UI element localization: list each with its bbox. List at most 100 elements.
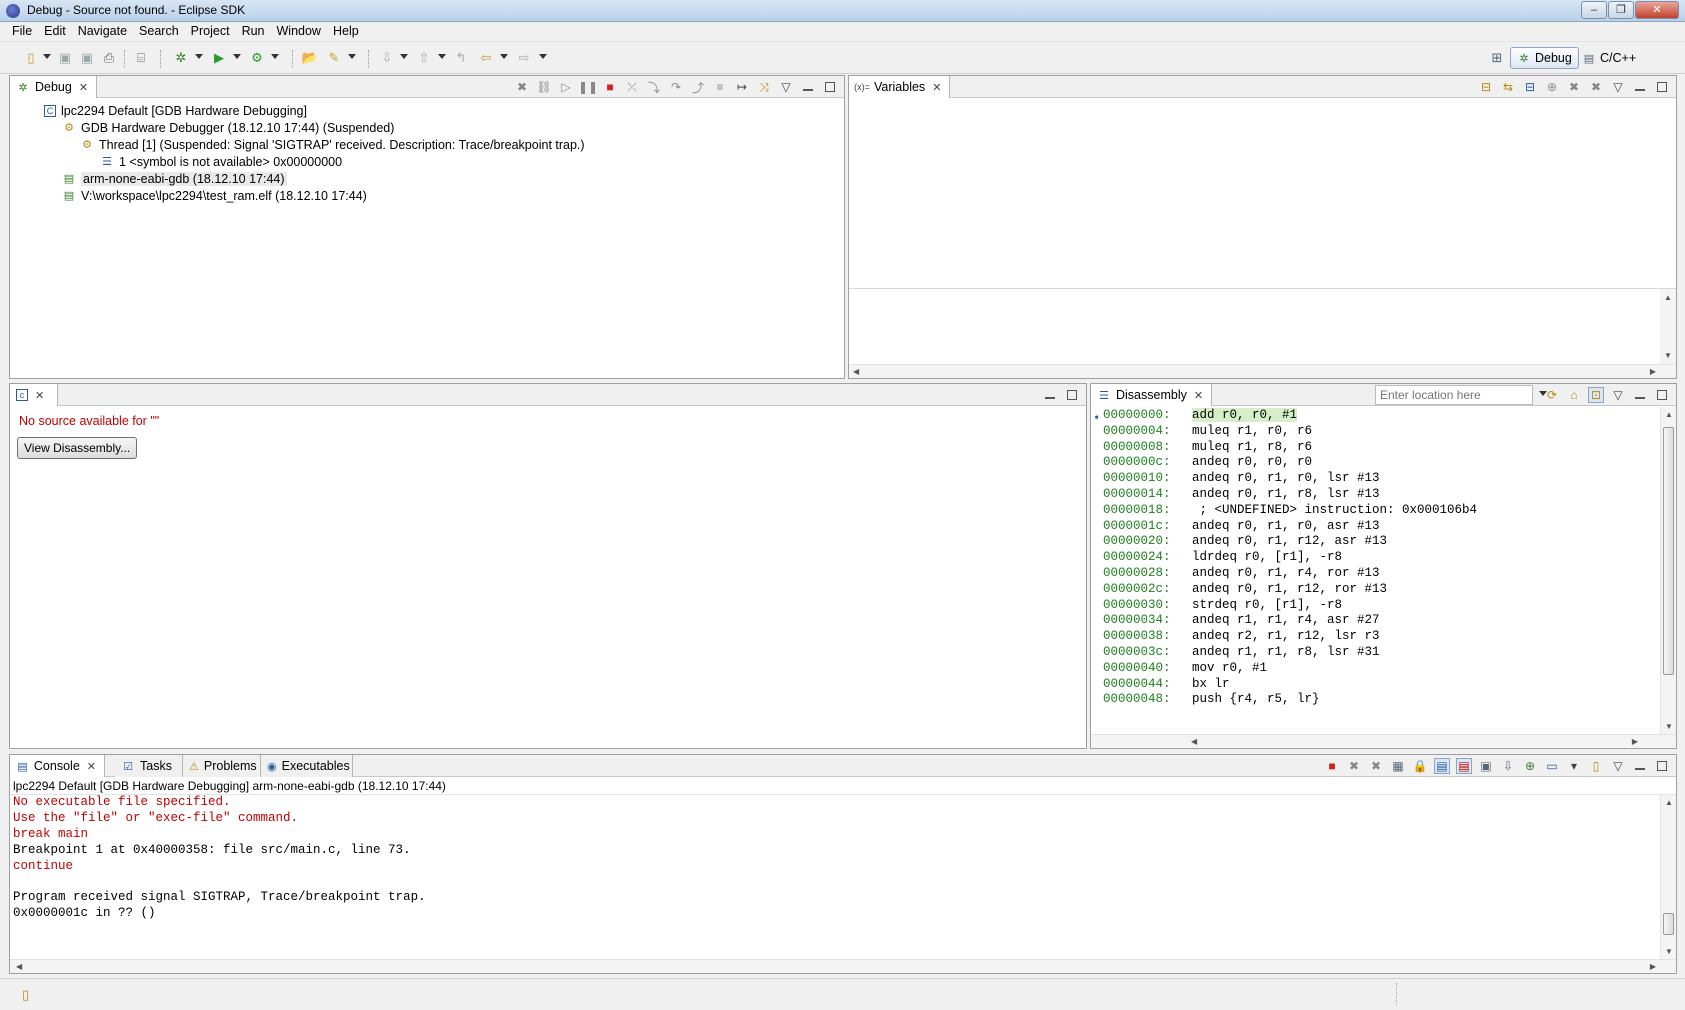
maximize-view-icon[interactable] [1654, 79, 1670, 95]
external-tools-icon[interactable]: ⚙ [248, 49, 266, 67]
fast-view-icon[interactable]: ▯ [22, 987, 29, 1003]
open-console-icon[interactable]: ⊕ [1522, 758, 1538, 774]
resume-icon[interactable]: ▷ [558, 79, 574, 95]
perspective-debug[interactable]: ✲ Debug [1510, 47, 1579, 69]
close-window-button[interactable]: ✕ [1635, 1, 1679, 19]
remove-all-global-variables-icon[interactable]: ✖ [1588, 79, 1604, 95]
add-global-variables-icon[interactable]: ⊕ [1544, 79, 1560, 95]
search-dropdown-icon[interactable] [348, 54, 356, 59]
run-icon[interactable]: ▶ [210, 49, 228, 67]
console-output[interactable]: No executable file specified. Use the "fi… [13, 795, 1656, 922]
new-icon[interactable]: ▯ [22, 49, 40, 67]
save-all-icon[interactable]: ▣ [78, 49, 96, 67]
debug-dropdown-icon[interactable] [195, 54, 203, 59]
view-menu-icon[interactable]: ▽ [778, 79, 794, 95]
tree-item-debugger[interactable]: ⚙ GDB Hardware Debugger (18.12.10 17:44)… [16, 119, 585, 136]
terminate-icon[interactable]: ■ [602, 79, 618, 95]
console-vscroll[interactable]: ▲ ▼ [1660, 795, 1676, 959]
disassembly-row[interactable]: 00000010: andeq r0, r1, r0, lsr #13 [1091, 471, 1660, 487]
maximize-view-icon[interactable] [822, 79, 838, 95]
disassembly-row[interactable]: 00000040: mov r0, #1 [1091, 661, 1660, 677]
disassembly-listing[interactable]: 00000000: add r0, r0, #1 00000004: muleq r1… [1091, 408, 1660, 734]
remove-terminated-icon[interactable]: ✖ [514, 79, 530, 95]
disassembly-row[interactable]: 00000034: andeq r1, r1, r4, asr #27 [1091, 613, 1660, 629]
debug-icon[interactable]: ✲ [172, 49, 190, 67]
disassembly-row[interactable]: 00000048: push {r4, r5, lr} [1091, 692, 1660, 708]
close-icon[interactable]: ✕ [1194, 389, 1203, 402]
detail-scrollbar[interactable]: ▲ ▼ [1660, 289, 1676, 364]
view-menu-icon[interactable]: ▽ [1610, 79, 1626, 95]
suspend-icon[interactable]: ❚❚ [578, 79, 598, 95]
run-dropdown-icon[interactable] [233, 54, 241, 59]
view-disassembly-button[interactable]: View Disassembly... [17, 437, 138, 459]
menu-edit[interactable]: Edit [38, 22, 72, 41]
tree-item-thread[interactable]: ⚙ Thread [1] (Suspended: Signal 'SIGTRAP… [16, 136, 585, 153]
tab-source-file[interactable]: c ✕ [10, 384, 58, 406]
open-folder-icon[interactable]: 📂 [301, 49, 319, 67]
tree-item-elf-process[interactable]: ▤ V:\workspace\lpc2294\test_ram.elf (18.… [16, 187, 585, 204]
menu-file[interactable]: File [6, 22, 38, 41]
tab-executables[interactable]: ◉ Executables [261, 755, 353, 777]
maximize-view-icon[interactable] [1064, 387, 1080, 403]
tree-item-gdb-process[interactable]: ▤ arm-none-eabi-gdb (18.12.10 17:44) [16, 170, 585, 187]
variables-hscroll[interactable]: ◀ ▶ [849, 364, 1676, 378]
print-icon[interactable]: ⎙ [100, 49, 118, 67]
show-on-stdout-icon[interactable]: ▤ [1434, 758, 1450, 774]
perspective-cpp[interactable]: ▤ C/C++ [1576, 47, 1642, 69]
disassembly-row[interactable]: 00000038: andeq r2, r1, r12, lsr r3 [1091, 629, 1660, 645]
drop-to-frame-icon[interactable]: ≡ [712, 79, 728, 95]
prev-annotation-dropdown-icon[interactable] [438, 54, 446, 59]
scroll-lock-icon[interactable]: 🔒 [1412, 758, 1428, 774]
disassembly-row[interactable]: 00000018: ; <UNDEFINED> instruction: 0x0… [1091, 503, 1660, 519]
disassembly-row[interactable]: 0000003c: andeq r1, r1, r8, lsr #31 [1091, 645, 1660, 661]
terminate-icon[interactable]: ■ [1324, 758, 1340, 774]
disassembly-row[interactable]: 00000024: ldrdeq r0, [r1], -r8 [1091, 550, 1660, 566]
view-menu-icon[interactable]: ▽ [1610, 387, 1626, 403]
last-edit-icon[interactable]: ↰ [452, 49, 470, 67]
minimize-view-icon[interactable] [1632, 387, 1648, 403]
disconnect-icon[interactable]: ⤫ [624, 79, 640, 95]
close-icon[interactable]: ✕ [35, 389, 44, 402]
external-tools-dropdown-icon[interactable] [271, 54, 279, 59]
menu-window[interactable]: Window [271, 22, 327, 41]
maximize-view-icon[interactable] [1654, 387, 1670, 403]
disassembly-hscroll[interactable]: ◀ ▶ [1091, 734, 1676, 748]
show-logical-structure-icon[interactable]: ⇆ [1500, 79, 1516, 95]
remove-global-variables-icon[interactable]: ✖ [1566, 79, 1582, 95]
close-icon[interactable]: ✕ [932, 81, 941, 94]
open-perspective-icon[interactable]: ⊞ [1488, 49, 1506, 67]
disassembly-row[interactable]: 0000000c: andeq r0, r0, r0 [1091, 455, 1660, 471]
disassembly-row[interactable]: 00000028: andeq r0, r1, r4, ror #13 [1091, 566, 1660, 582]
instruction-stepping-icon[interactable]: ↦ [734, 79, 750, 95]
back-dropdown-icon[interactable] [500, 54, 508, 59]
tree-item-stack-frame[interactable]: ☰ 1 <symbol is not available> 0x00000000 [16, 153, 585, 170]
clear-console-icon[interactable]: ▦ [1390, 758, 1406, 774]
new-dropdown-icon[interactable] [43, 54, 51, 59]
maximize-button[interactable]: ❐ [1608, 1, 1634, 19]
step-return-icon[interactable]: ⤴ [690, 79, 706, 95]
tab-tasks[interactable]: ☑ Tasks [115, 755, 183, 777]
menu-run[interactable]: Run [236, 22, 271, 41]
search-icon[interactable]: ✎ [325, 49, 343, 67]
remove-launch-icon[interactable]: ✖ [1346, 758, 1362, 774]
tab-disassembly[interactable]: ☰ Disassembly ✕ [1091, 384, 1213, 406]
tab-problems[interactable]: ⚠ Problems [183, 755, 261, 777]
minimize-button[interactable]: – [1581, 1, 1607, 19]
maximize-view-icon[interactable] [1654, 758, 1670, 774]
disassembly-row[interactable]: 00000000: add r0, r0, #1 [1091, 408, 1660, 424]
tab-variables[interactable]: (x)= Variables ✕ [849, 76, 951, 98]
next-annotation-icon[interactable]: ⇩ [378, 49, 396, 67]
view-menu-icon[interactable]: ▽ [1610, 758, 1626, 774]
disassembly-row[interactable]: 00000014: andeq r0, r1, r8, lsr #13 [1091, 487, 1660, 503]
disassembly-row[interactable]: 00000030: strdeq r0, [r1], -r8 [1091, 598, 1660, 614]
show-on-stderr-icon[interactable]: ▤ [1456, 758, 1472, 774]
tree-item-launch[interactable]: C lpc2294 Default [GDB Hardware Debuggin… [16, 102, 585, 119]
minimize-view-icon[interactable] [1042, 387, 1058, 403]
show-type-names-icon[interactable]: ⊟ [1478, 79, 1494, 95]
disassembly-row[interactable]: 00000008: muleq r1, r8, r6 [1091, 440, 1660, 456]
prev-annotation-icon[interactable]: ⇧ [415, 49, 433, 67]
menu-help[interactable]: Help [327, 22, 365, 41]
disassembly-row[interactable]: 00000004: muleq r1, r0, r6 [1091, 424, 1660, 440]
console-hscroll[interactable]: ◀ ▶ [10, 959, 1676, 973]
tab-debug[interactable]: ✲ Debug ✕ [10, 76, 98, 98]
